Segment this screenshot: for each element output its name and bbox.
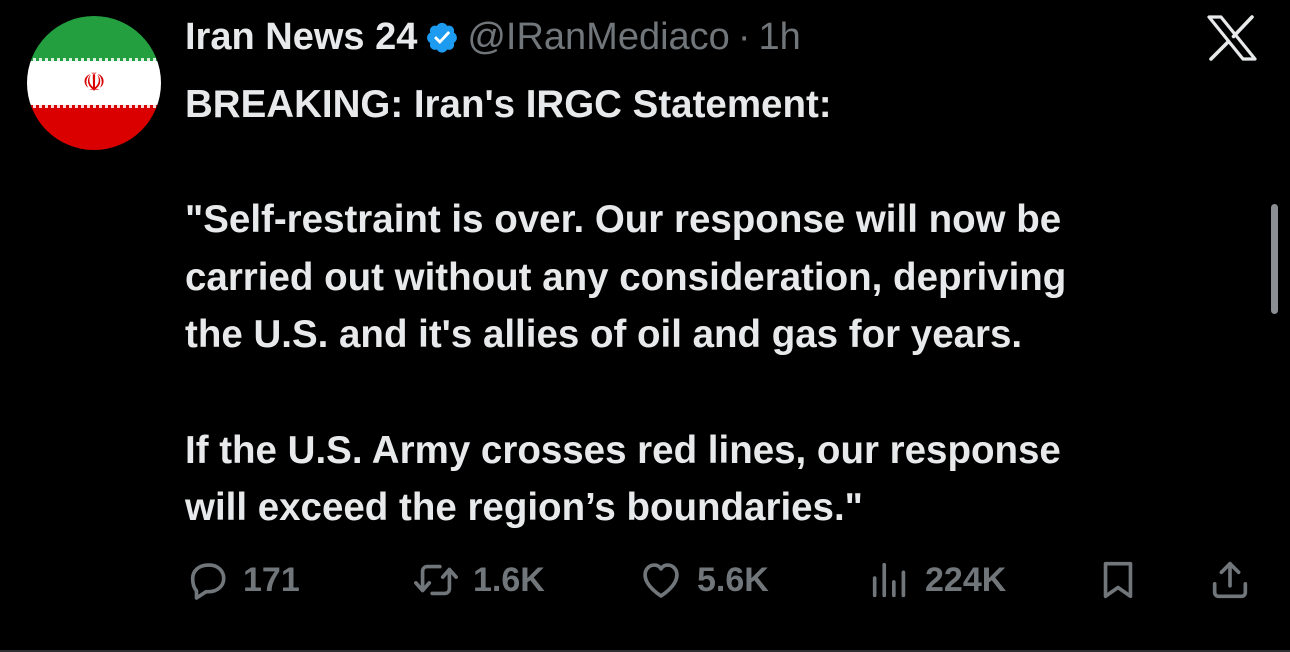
bookmark-button[interactable] [1095, 552, 1141, 608]
like-button[interactable]: 5.6K [637, 552, 769, 608]
analytics-icon [872, 562, 906, 598]
tweet-text-line: the U.S. and it's allies of oil and gas … [185, 313, 1023, 357]
bookmark-icon [1103, 561, 1133, 599]
tweet-card[interactable]: ☫ Iran News 24 @IRanMediaco · 1h BREAKIN… [0, 0, 1290, 652]
scrollbar-thumb[interactable] [1271, 204, 1278, 314]
tweet-text-line: carried out without any consideration, d… [185, 255, 1067, 299]
heart-icon [643, 563, 679, 598]
tweet-header: Iran News 24 @IRanMediaco · 1h [185, 12, 801, 62]
tweet-actions-bar: 171 1.6K 5.6K 224K [185, 552, 1260, 608]
reply-icon [190, 563, 226, 600]
x-logo-icon [1207, 15, 1257, 61]
share-button[interactable] [1207, 552, 1253, 608]
author-display-name[interactable]: Iran News 24 [185, 16, 417, 59]
repost-icon [414, 564, 458, 596]
flag-red-band [27, 105, 161, 150]
author-handle[interactable]: @IRanMediaco [467, 16, 729, 59]
header-separator: · [737, 15, 751, 58]
avatar[interactable]: ☫ [27, 16, 161, 150]
tweet-text-line: BREAKING: Iran's IRGC Statement: [185, 83, 832, 126]
repost-count: 1.6K [473, 560, 545, 599]
share-icon [1212, 561, 1248, 599]
views-button[interactable]: 224K [867, 552, 1006, 608]
flag-trim-bottom [27, 104, 161, 108]
flag-green-band [27, 16, 161, 61]
tweet-text-line: If the U.S. Army crosses red lines, our … [185, 428, 1061, 472]
tweet-text: BREAKING: Iran's IRGC Statement: "Self-r… [185, 76, 1255, 537]
flag-trim-top [27, 58, 161, 62]
verified-badge-icon [427, 22, 458, 53]
tweet-timestamp[interactable]: 1h [758, 16, 800, 59]
reply-count: 171 [243, 560, 300, 599]
repost-button[interactable]: 1.6K [411, 552, 545, 608]
reply-button[interactable]: 171 [185, 552, 300, 608]
tweet-text-line: "Self-restraint is over. Our response wi… [185, 198, 1062, 242]
tweet-text-line: will exceed the region’s boundaries." [185, 486, 863, 530]
iran-emblem-icon: ☫ [82, 68, 106, 98]
views-count: 224K [925, 560, 1007, 599]
like-count: 5.6K [697, 560, 769, 599]
